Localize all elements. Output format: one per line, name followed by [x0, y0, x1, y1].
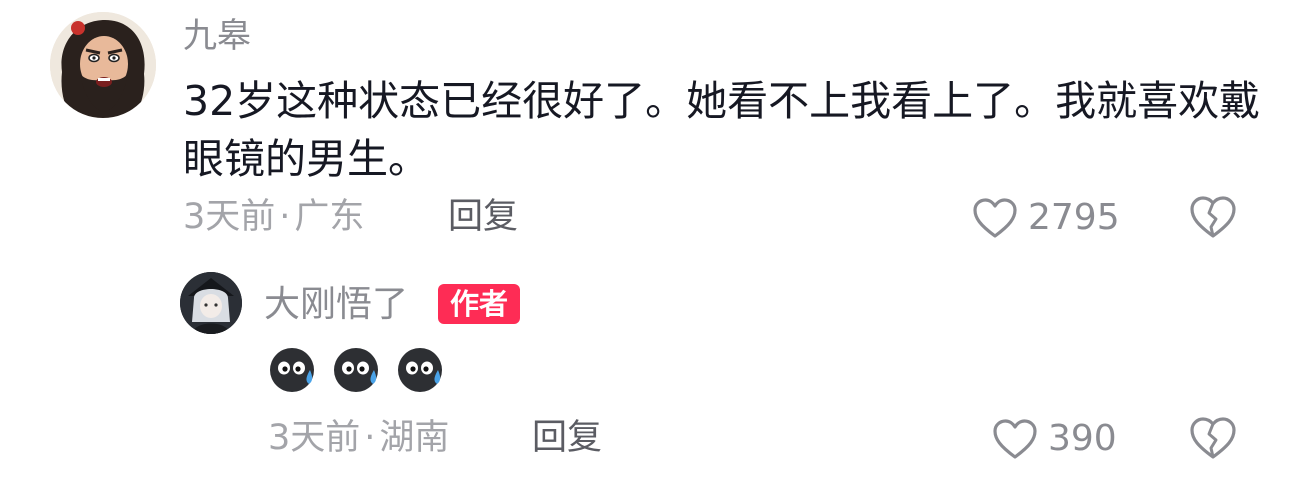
reply-location: 湖南 [379, 418, 450, 458]
comment-item: 九皋 32岁这种状态已经很好了。她看不上我看上了。我就喜欢戴眼镜的男生。 3天前… [0, 0, 1290, 250]
like-count: 390 [1048, 418, 1117, 459]
author-badge: 作者 [438, 284, 521, 324]
meta-separator: · [279, 197, 291, 237]
reply-item: 大刚悟了 作者 3天前 · 湖南 回复 390 [0, 260, 1290, 493]
replier-username[interactable]: 大刚悟了 [264, 282, 408, 328]
comment-location: 广东 [294, 197, 365, 237]
heart-outline-icon [973, 198, 1017, 238]
like-button[interactable]: 390 [992, 415, 1117, 463]
like-button[interactable]: 2795 [972, 194, 1120, 242]
commenter-avatar[interactable] [50, 12, 156, 118]
reply-meta: 3天前 · 湖南 [268, 414, 449, 462]
bearded-man-avatar-icon [50, 12, 156, 118]
comment-meta: 3天前 · 广东 [183, 193, 364, 241]
sweat-face-emoji-icon [334, 348, 378, 392]
heart-outline-icon [993, 419, 1037, 459]
broken-heart-icon [1190, 417, 1236, 459]
like-count: 2795 [1028, 197, 1120, 238]
sweat-face-emoji-icon [270, 348, 314, 392]
comment-time: 3天前 [183, 197, 276, 237]
replier-avatar[interactable] [180, 272, 242, 334]
dislike-button[interactable] [1188, 415, 1238, 463]
reply-time: 3天前 [268, 418, 361, 458]
dislike-button[interactable] [1188, 194, 1238, 242]
reply-emoji-content [268, 344, 446, 394]
reply-button[interactable]: 回复 [448, 193, 518, 241]
comment-text: 32岁这种状态已经很好了。她看不上我看上了。我就喜欢戴眼镜的男生。 [183, 77, 1261, 183]
commenter-username[interactable]: 九皋 [183, 14, 251, 58]
meta-separator: · [364, 418, 376, 458]
reply-button[interactable]: 回复 [532, 414, 602, 462]
anime-character-avatar-icon [180, 272, 242, 334]
broken-heart-icon [1190, 196, 1236, 238]
sweat-face-emoji-icon [398, 348, 442, 392]
